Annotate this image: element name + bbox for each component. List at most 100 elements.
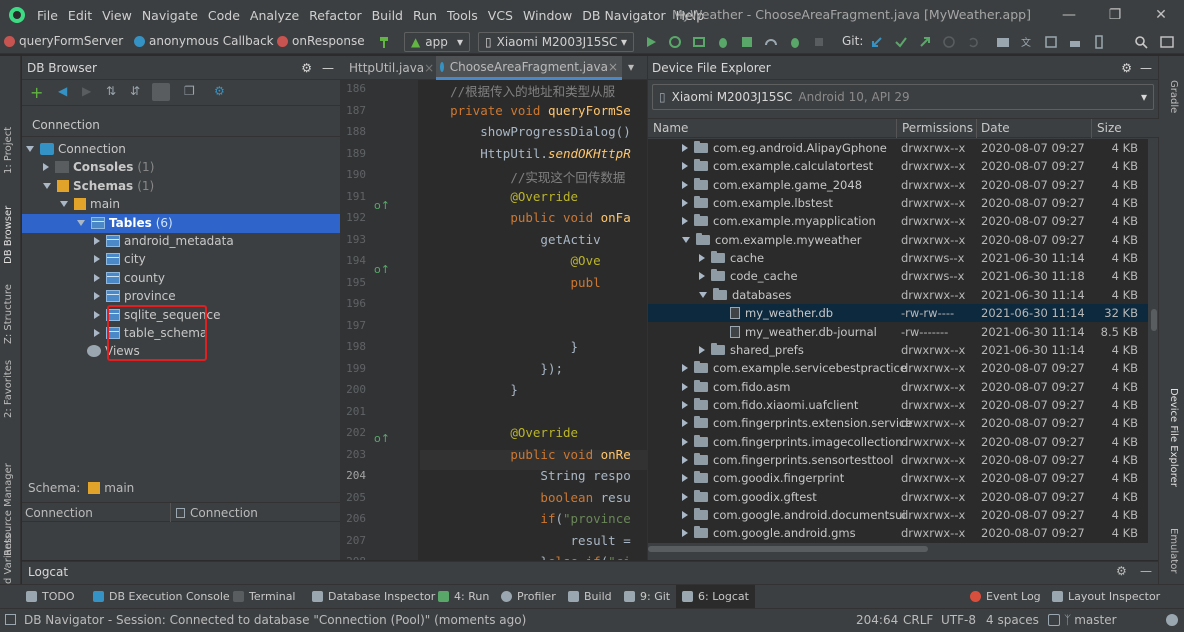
code-line[interactable]: publ — [420, 275, 601, 290]
apply-changes-icon[interactable] — [668, 35, 682, 49]
file-row[interactable]: com.example.myweather drwxrwx--x 2020-08-0… — [648, 231, 1148, 249]
menu-build[interactable]: Build — [367, 8, 408, 23]
collapsed-arrow-icon[interactable] — [94, 255, 100, 264]
history-icon[interactable] — [942, 35, 956, 49]
file-row[interactable]: com.google.android.gms drwxrwx--x 2020-08-… — [648, 524, 1148, 542]
collapsed-arrow-icon[interactable] — [682, 492, 688, 501]
collapsed-arrow-icon[interactable] — [682, 364, 688, 373]
favorites-tool-tab[interactable]: 2: Favorites — [3, 360, 14, 418]
expanded-arrow-icon[interactable] — [699, 291, 707, 298]
breadcrumb-method[interactable]: queryFormServer — [4, 34, 123, 48]
run-config-select[interactable]: ▲ app ▾ — [404, 32, 470, 52]
restore-button[interactable]: ❐ — [1092, 0, 1138, 30]
menu-refactor[interactable]: Refactor — [304, 8, 366, 23]
tree-node[interactable]: province — [94, 287, 180, 305]
tool-event-log[interactable]: Event Log — [970, 590, 1041, 603]
col-permissions[interactable]: Permissions — [902, 121, 973, 135]
file-row[interactable]: com.example.lbstest drwxrwx--x 2020-08-07 … — [648, 194, 1148, 212]
collapsed-arrow-icon[interactable] — [699, 254, 705, 263]
menu-analyze[interactable]: Analyze — [245, 8, 304, 23]
sdk-manager-icon[interactable] — [1068, 35, 1082, 49]
file-row[interactable]: code_cache drwxrws--x 2021-06-30 11:18 4 KB — [648, 267, 1148, 285]
tree-node[interactable]: county — [94, 269, 169, 287]
apply-code-changes-icon[interactable] — [692, 35, 706, 49]
dfe-minimize-icon[interactable]: — — [1140, 61, 1152, 75]
code-area[interactable]: 186 //根据传入的地址和类型从服 187 private void query… — [340, 80, 647, 560]
code-line[interactable]: } — [420, 382, 518, 397]
expanded-arrow-icon[interactable] — [682, 236, 690, 243]
collapsed-arrow-icon[interactable] — [682, 180, 688, 189]
tree-node[interactable]: main — [60, 195, 124, 213]
file-row[interactable]: my_weather.db -rw-rw---- 2021-06-30 11:14 3… — [648, 304, 1148, 323]
collapsed-arrow-icon[interactable] — [682, 437, 688, 446]
tree-node[interactable]: Consoles (1) — [43, 158, 154, 176]
expanded-arrow-icon[interactable] — [43, 182, 51, 189]
rollback-icon[interactable] — [966, 35, 980, 49]
tab-httputil[interactable]: HttpUtil.java × — [340, 56, 435, 80]
hammer-icon[interactable] — [378, 35, 392, 49]
col-name[interactable]: Name — [653, 121, 688, 135]
settings-sync-icon[interactable] — [1160, 35, 1174, 49]
panel-settings-icon[interactable]: ⚙ — [301, 61, 312, 75]
collapsed-arrow-icon[interactable] — [682, 455, 688, 464]
collapsed-arrow-icon[interactable] — [94, 292, 100, 301]
tree-node[interactable]: city — [94, 250, 150, 268]
memory-indicator-icon[interactable] — [1166, 614, 1178, 626]
attach-debugger-icon[interactable] — [788, 35, 802, 49]
code-line[interactable]: result = — [420, 533, 638, 548]
lock-icon[interactable] — [1048, 614, 1060, 626]
menu-edit[interactable]: Edit — [63, 8, 97, 23]
code-line[interactable]: HttpUtil.sendOKHttpR — [420, 146, 631, 161]
collapsed-arrow-icon[interactable] — [43, 163, 49, 172]
tool-logcat[interactable]: 6: Logcat — [676, 585, 755, 608]
tool-layout-inspector[interactable]: Layout Inspector — [1052, 590, 1160, 603]
git-branch[interactable]: ᛉ master — [1064, 613, 1117, 627]
line-separator[interactable]: CRLF — [903, 613, 933, 627]
forward-icon[interactable]: ▶ — [82, 84, 91, 98]
code-line[interactable]: showProgressDialog() — [420, 124, 631, 139]
tool-database-inspector[interactable]: Database Inspector — [312, 590, 435, 603]
code-line[interactable]: if("province — [420, 511, 630, 526]
menu-run[interactable]: Run — [408, 8, 442, 23]
file-row[interactable]: com.goodix.fingerprint drwxrwx--x 2020-08-… — [648, 469, 1148, 487]
file-row[interactable]: com.fingerprints.sensortesttool drwxrwx--… — [648, 451, 1148, 469]
collapsed-arrow-icon[interactable] — [682, 529, 688, 538]
menu-file[interactable]: File — [32, 8, 63, 23]
code-line[interactable]: @Override — [420, 189, 578, 204]
collapsed-arrow-icon[interactable] — [682, 474, 688, 483]
expand-all-icon[interactable]: ⇅ — [106, 84, 116, 98]
collapsed-arrow-icon[interactable] — [699, 345, 705, 354]
structure-tool-tab[interactable]: Z: Structure — [3, 284, 14, 344]
file-row[interactable]: databases drwxrwx--x 2021-06-30 11:14 4 KB — [648, 286, 1148, 304]
file-row[interactable]: shared_prefs drwxrwx--x 2021-06-30 11:14 4 … — [648, 341, 1148, 359]
breadcrumb-class[interactable]: anonymous Callback — [134, 34, 274, 48]
scrollbar-thumb[interactable] — [1151, 309, 1157, 331]
settings-icon[interactable]: ⚙ — [214, 84, 225, 98]
coverage-icon[interactable] — [740, 35, 754, 49]
tool-run[interactable]: 4: Run — [438, 590, 489, 603]
file-row[interactable]: com.eg.android.AlipayGphone drwxrwx--x 202… — [648, 139, 1148, 157]
add-connection-icon[interactable]: + — [30, 83, 43, 102]
code-line[interactable]: }else if("ci — [420, 554, 630, 560]
file-row[interactable]: cache drwxrws--x 2021-06-30 11:14 4 KB — [648, 249, 1148, 267]
override-gutter-icon[interactable]: o↑ — [374, 432, 390, 445]
tree-node[interactable]: android_metadata — [94, 232, 238, 250]
indent-setting[interactable]: 4 spaces — [986, 613, 1039, 627]
expanded-arrow-icon[interactable] — [26, 146, 34, 152]
code-line[interactable]: getActiv — [420, 232, 600, 247]
file-row[interactable]: com.goodix.gftest drwxrwx--x 2020-08-07 09… — [648, 488, 1148, 506]
device-manager-icon[interactable] — [1044, 35, 1058, 49]
menu-code[interactable]: Code — [203, 8, 245, 23]
dfe-settings-icon[interactable]: ⚙ — [1121, 61, 1132, 75]
tool-git[interactable]: 9: Git — [624, 590, 670, 603]
collapsed-arrow-icon[interactable] — [682, 199, 688, 208]
override-gutter-icon[interactable]: o↑ — [374, 263, 390, 276]
project-tool-tab[interactable]: 1: Project — [3, 127, 14, 174]
scrollbar-thumb[interactable] — [648, 546, 928, 552]
tree-node[interactable]: Schemas (1) — [43, 177, 154, 195]
menu-db-navigator[interactable]: DB Navigator — [577, 8, 670, 23]
tab-chooseareafragment[interactable]: ChooseAreaFragment.java × — [436, 56, 622, 80]
minimize-button[interactable]: — — [1046, 0, 1092, 30]
git-commit-icon[interactable] — [894, 35, 908, 49]
code-line[interactable]: boolean resu — [420, 490, 630, 505]
